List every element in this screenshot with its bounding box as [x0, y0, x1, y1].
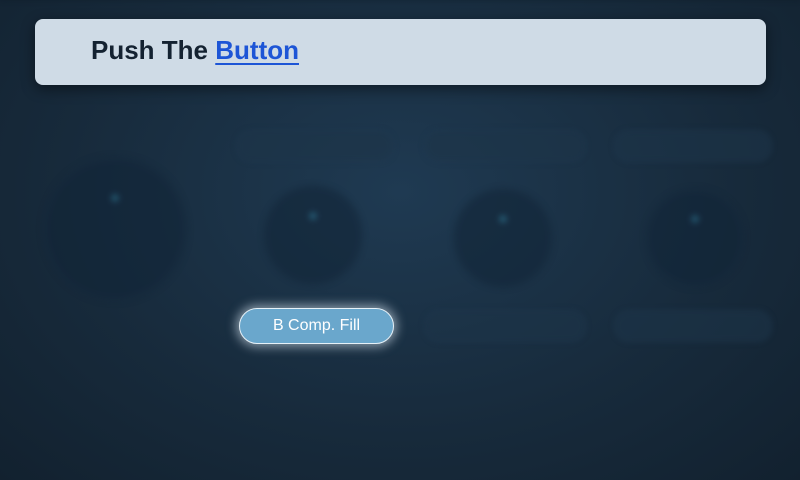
background-gauge: [48, 162, 182, 296]
background-pill: [614, 310, 772, 342]
instruction-link[interactable]: Button: [215, 35, 299, 65]
background-pill: [424, 130, 586, 162]
background-pill: [614, 130, 772, 162]
instruction-prefix: Push The: [91, 35, 209, 65]
background-gauge: [268, 190, 358, 280]
instruction-title: Push The Button: [91, 35, 299, 66]
background-gauge: [458, 193, 548, 283]
background-pill: [424, 310, 586, 342]
background-pill: [236, 130, 394, 162]
b-comp-fill-button[interactable]: B Comp. Fill: [239, 308, 394, 344]
background-gauge: [650, 193, 740, 283]
instruction-banner: Push The Button: [35, 19, 766, 85]
